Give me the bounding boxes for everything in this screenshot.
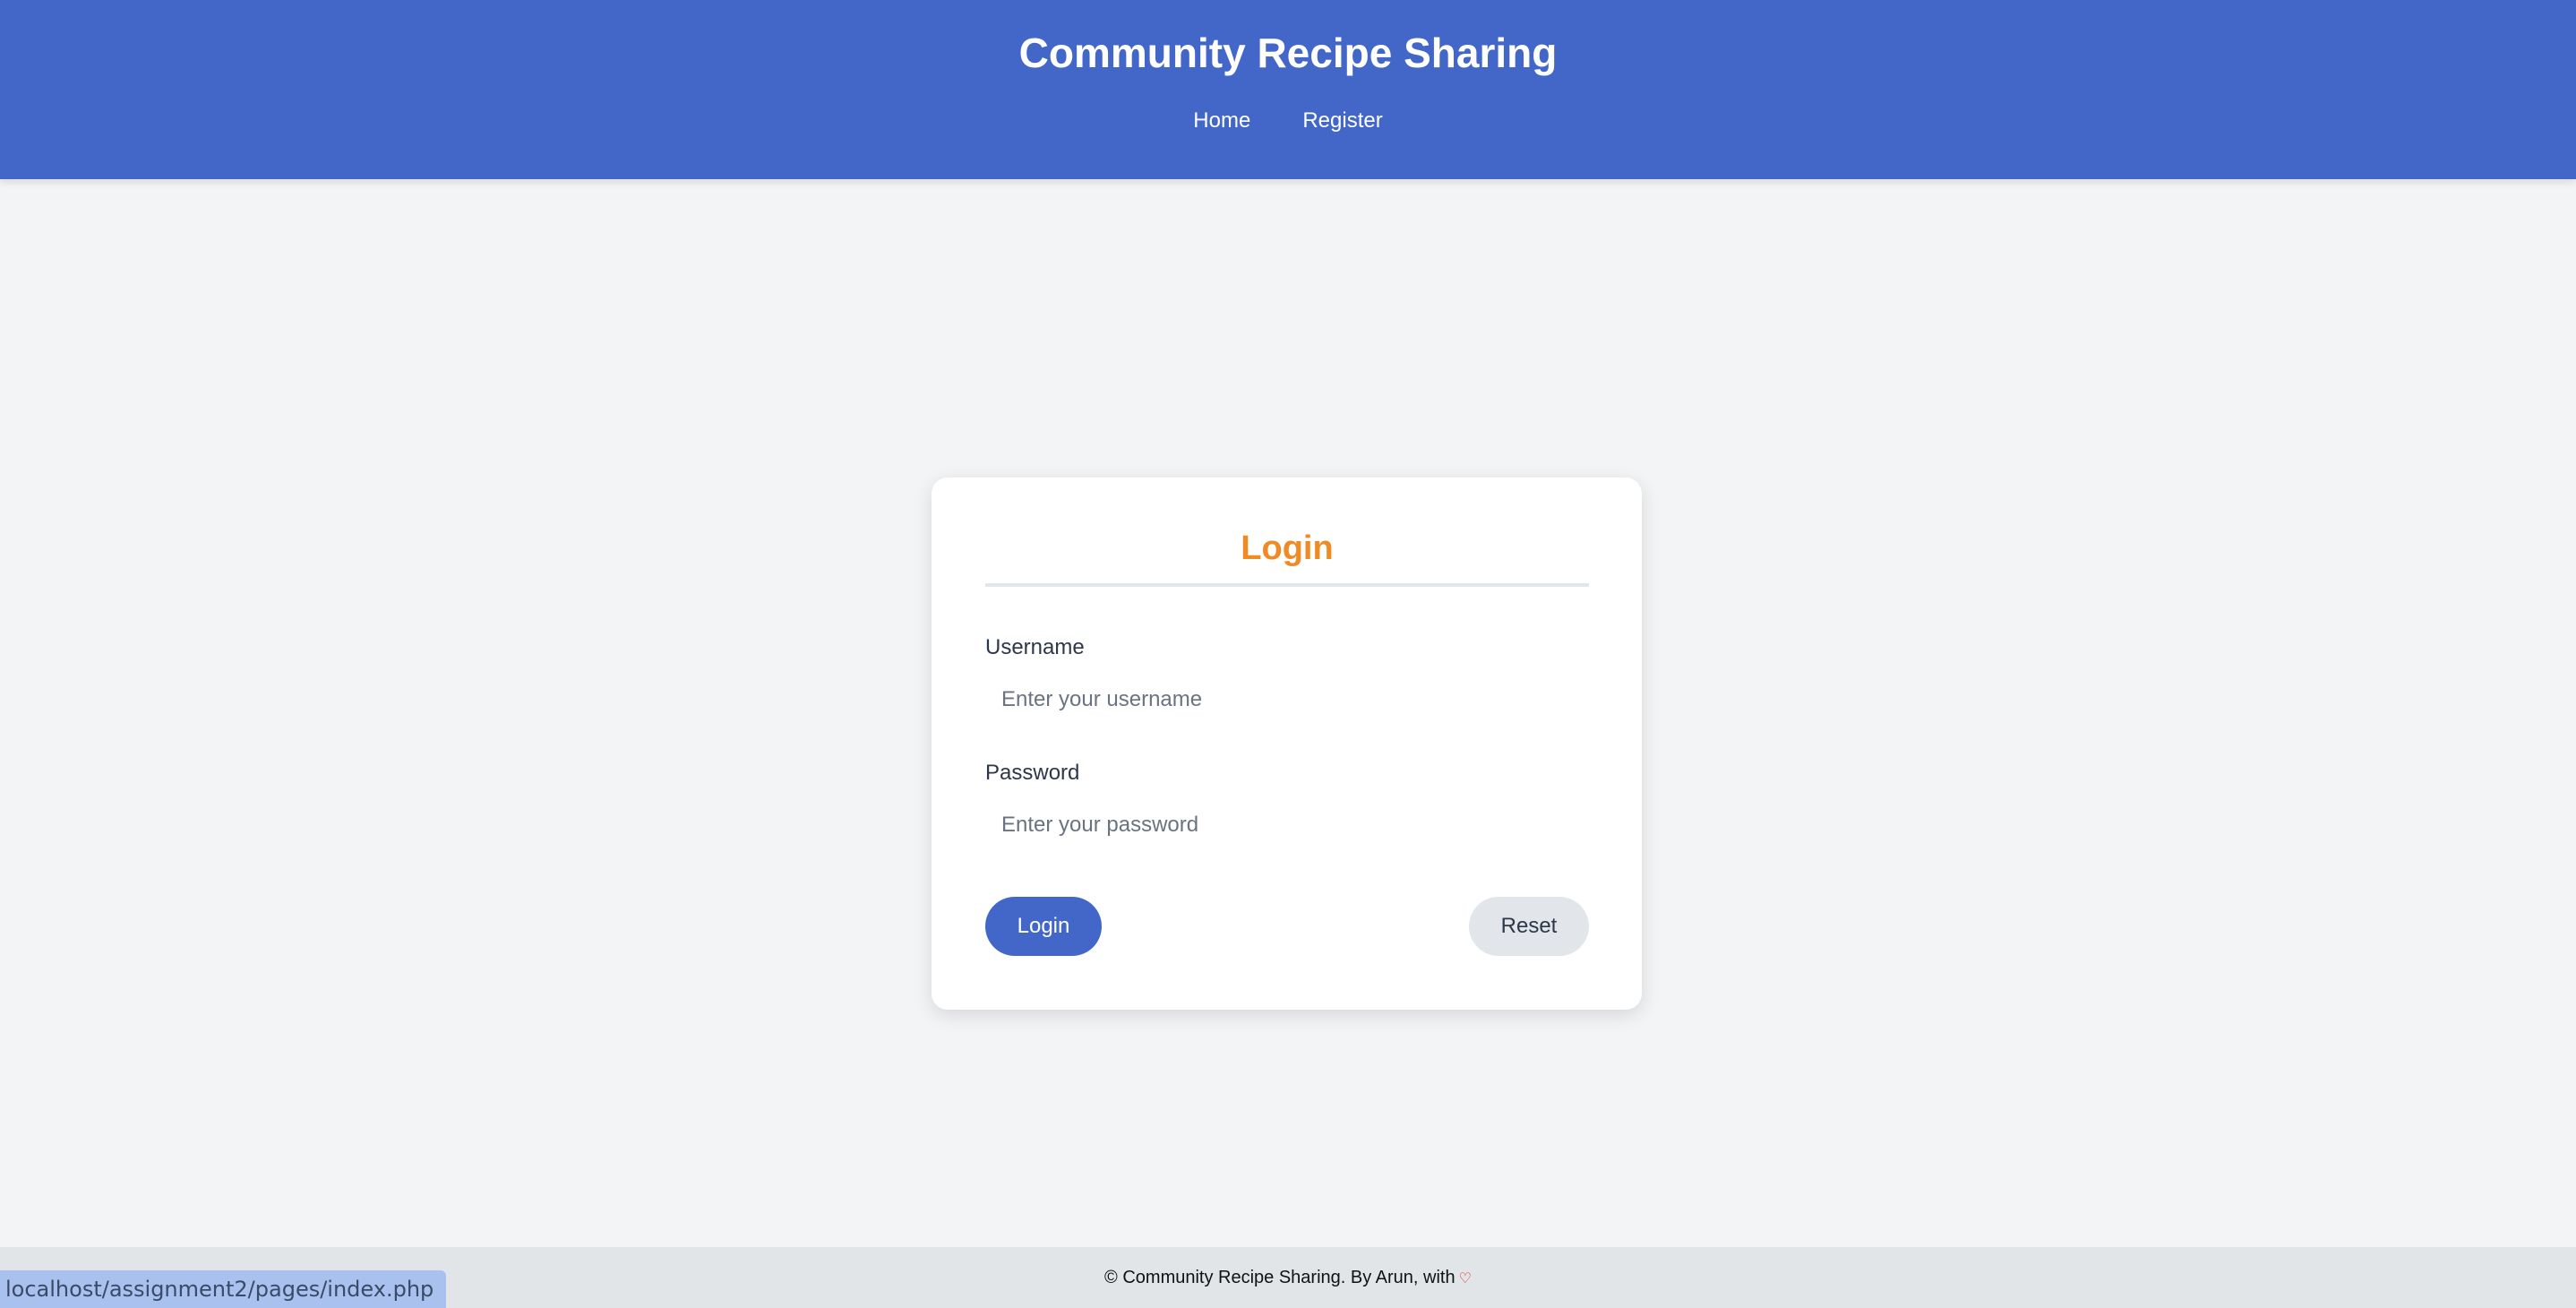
title-divider bbox=[985, 583, 1589, 587]
username-label: Username bbox=[985, 635, 1085, 659]
footer-copyright: © Community Recipe Sharing. By Arun, wit… bbox=[1104, 1268, 1455, 1287]
login-button[interactable]: Login bbox=[985, 897, 1102, 956]
password-label: Password bbox=[985, 761, 1080, 785]
username-input[interactable] bbox=[985, 676, 1589, 723]
password-input[interactable] bbox=[985, 802, 1589, 848]
heart-icon: ♡ bbox=[1458, 1271, 1472, 1286]
login-title: Login bbox=[1241, 529, 1334, 567]
reset-button[interactable]: Reset bbox=[1469, 897, 1589, 956]
site-header: Community Recipe Sharing Home Register bbox=[0, 0, 2576, 179]
main-nav: Home Register bbox=[0, 106, 2576, 136]
nav-register-link[interactable]: Register bbox=[1302, 106, 1382, 136]
nav-home-link[interactable]: Home bbox=[1193, 106, 1250, 136]
site-title: Community Recipe Sharing bbox=[1018, 30, 1558, 76]
login-card: Login Username Password Login Reset bbox=[932, 478, 1642, 1010]
browser-status-url: localhost/assignment2/pages/index.php bbox=[0, 1270, 447, 1308]
